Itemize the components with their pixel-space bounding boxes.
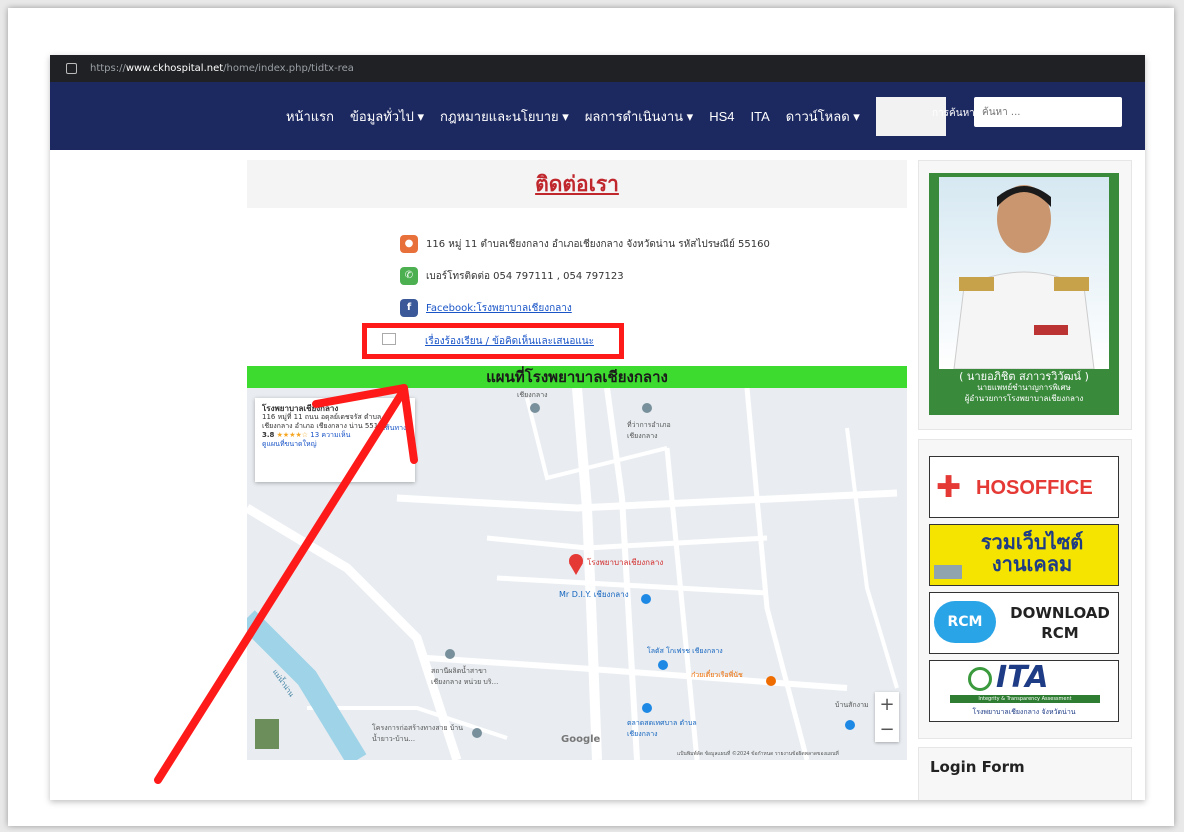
red-arrow-annotation <box>154 384 418 784</box>
